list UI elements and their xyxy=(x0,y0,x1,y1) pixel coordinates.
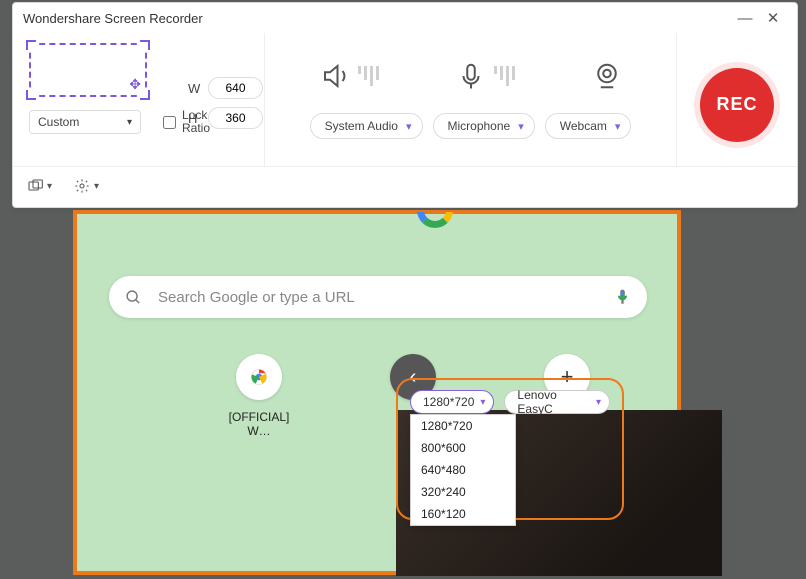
screenshot-tool-button[interactable]: ▾ xyxy=(27,178,52,194)
microphone-icon xyxy=(456,61,515,91)
webcam-dropdown[interactable]: Webcam ▾ xyxy=(545,113,632,139)
capture-area-preview[interactable]: ✥ xyxy=(29,43,147,97)
recorder-window: Wondershare Screen Recorder — ✕ ✥ W H xyxy=(12,2,798,208)
microphone-label: Microphone xyxy=(448,119,511,133)
shortcut-item[interactable]: [OFFICIAL] W… xyxy=(217,354,301,438)
system-audio-icon xyxy=(320,61,379,91)
chevron-down-icon: ▾ xyxy=(47,181,52,192)
width-label: W xyxy=(188,81,208,96)
record-label: REC xyxy=(716,94,757,115)
record-button[interactable]: REC xyxy=(700,68,774,142)
camera-selected: Lenovo EasyC xyxy=(517,388,590,416)
chevron-down-icon: ▾ xyxy=(127,117,132,128)
height-input[interactable] xyxy=(208,107,263,129)
capture-handle-tl[interactable] xyxy=(73,210,91,228)
capture-mode-value: Custom xyxy=(38,115,79,129)
device-settings: System Audio ▾ Microphone ▾ Webcam ▾ xyxy=(265,33,677,166)
titlebar[interactable]: Wondershare Screen Recorder — ✕ xyxy=(13,3,797,33)
resolution-options-list: 1280*720 800*600 640*480 320*240 160*120 xyxy=(410,414,516,526)
search-placeholder: Search Google or type a URL xyxy=(158,289,614,306)
minimize-button[interactable]: — xyxy=(731,10,759,27)
microphone-dropdown[interactable]: Microphone ▾ xyxy=(433,113,535,139)
chevron-down-icon: ▾ xyxy=(615,120,621,133)
window-title: Wondershare Screen Recorder xyxy=(23,11,203,26)
resolution-option[interactable]: 640*480 xyxy=(411,459,515,481)
resolution-option[interactable]: 320*240 xyxy=(411,481,515,503)
camera-dropdown[interactable]: Lenovo EasyC ▾ xyxy=(504,390,610,414)
lock-aspect-checkbox[interactable] xyxy=(163,116,176,129)
resolution-selected: 1280*720 xyxy=(423,395,474,409)
chevron-down-icon: ▾ xyxy=(94,181,99,192)
chevron-down-icon: ▾ xyxy=(480,397,485,408)
browser-search-bar[interactable]: Search Google or type a URL xyxy=(109,276,647,318)
capture-handle-tr[interactable] xyxy=(663,210,681,228)
chevron-down-icon: ▾ xyxy=(596,397,601,408)
audio-level-icon xyxy=(358,66,379,86)
webcam-settings-panel: 1280*720 ▾ Lenovo EasyC ▾ 1280*720 800*6… xyxy=(396,378,624,520)
webcam-label: Webcam xyxy=(560,119,607,133)
footer-toolbar: ▾ ▾ xyxy=(13,167,797,205)
height-label: H xyxy=(188,111,208,126)
chevron-down-icon: ▾ xyxy=(406,120,412,133)
move-handle-icon[interactable]: ✥ xyxy=(129,76,141,93)
capture-handle-bl[interactable] xyxy=(73,557,91,575)
webcam-icon xyxy=(592,61,622,91)
voice-search-icon[interactable] xyxy=(614,289,631,306)
chevron-down-icon: ▾ xyxy=(518,120,524,133)
settings-button[interactable]: ▾ xyxy=(74,178,99,194)
width-input[interactable] xyxy=(208,77,263,99)
resolution-option[interactable]: 160*120 xyxy=(411,503,515,525)
system-audio-label: System Audio xyxy=(325,119,398,133)
search-icon xyxy=(125,289,142,306)
audio-level-icon xyxy=(494,66,515,86)
google-logo-partial xyxy=(417,212,457,234)
system-audio-dropdown[interactable]: System Audio ▾ xyxy=(310,113,423,139)
close-button[interactable]: ✕ xyxy=(759,9,787,27)
resolution-option[interactable]: 800*600 xyxy=(411,437,515,459)
resolution-option[interactable]: 1280*720 xyxy=(411,415,515,437)
resolution-dropdown[interactable]: 1280*720 ▾ xyxy=(410,390,494,414)
shortcut-label: [OFFICIAL] W… xyxy=(229,410,290,438)
shortcut-icon xyxy=(236,354,282,400)
capture-mode-dropdown[interactable]: Custom ▾ xyxy=(29,110,141,134)
capture-settings: ✥ W H Custom ▾ Lock Aspect xyxy=(13,33,265,166)
